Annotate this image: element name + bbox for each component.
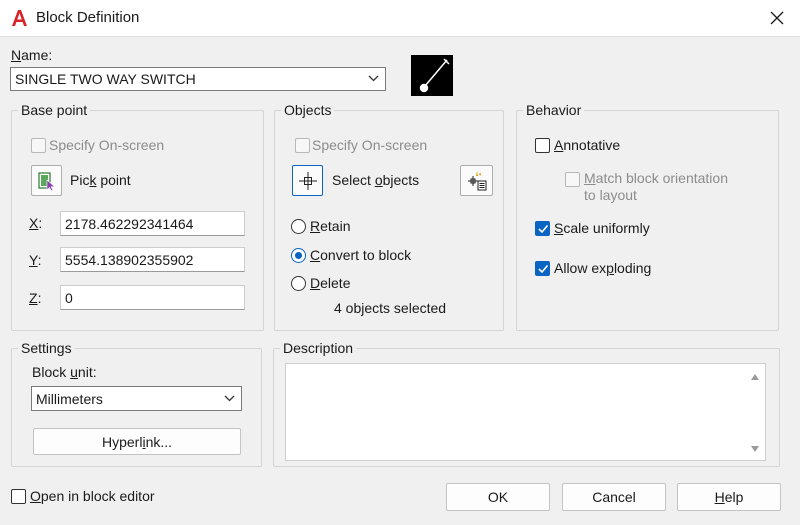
scale-uniformly-checkbox[interactable]	[535, 221, 550, 236]
ok-button[interactable]: OK	[446, 483, 550, 511]
y-coordinate-value: 5554.138902355902	[65, 251, 194, 268]
objects-selected-status: 4 objects selected	[334, 300, 447, 316]
match-orientation-label: Match block orientation to layout	[584, 170, 728, 203]
base-point-title: Base point	[18, 102, 91, 118]
checkmark-icon	[538, 264, 549, 274]
block-unit-value: Millimeters	[36, 390, 103, 407]
scale-uniformly-label: Scale uniformly	[554, 220, 650, 236]
cancel-button[interactable]: Cancel	[562, 483, 666, 511]
pick-point-button[interactable]	[31, 165, 62, 196]
open-in-block-editor-checkbox[interactable]	[11, 489, 26, 504]
retain-label: Retain	[310, 218, 351, 234]
settings-title: Settings	[18, 340, 75, 356]
x-label: X:	[29, 215, 43, 231]
scroll-down-icon[interactable]	[749, 443, 761, 455]
allow-exploding-checkbox[interactable]	[535, 261, 550, 276]
crosshair-icon	[298, 171, 317, 190]
close-button[interactable]	[754, 0, 800, 36]
z-coordinate-input[interactable]: 0	[60, 285, 245, 310]
block-unit-select[interactable]: Millimeters	[31, 386, 242, 411]
block-unit-label: Block unit:	[32, 364, 97, 380]
retain-radio[interactable]	[291, 219, 306, 234]
x-coordinate-value: 2178.462292341464	[65, 215, 194, 232]
base-specify-onscreen-checkbox[interactable]	[31, 138, 46, 153]
help-button-label: Help	[714, 489, 744, 505]
select-objects-button[interactable]	[292, 165, 323, 196]
block-name-value: SINGLE TWO WAY SWITCH	[15, 71, 196, 87]
annotative-checkbox[interactable]	[535, 138, 550, 153]
description-title: Description	[280, 340, 357, 356]
ok-button-label: OK	[487, 489, 509, 505]
pick-point-label: Pick point	[70, 172, 131, 188]
convert-to-block-radio[interactable]	[291, 248, 306, 263]
description-textarea[interactable]	[285, 363, 766, 461]
base-specify-onscreen-label: Specify On-screen	[49, 137, 165, 153]
objects-specify-onscreen-label: Specify On-screen	[312, 137, 428, 153]
behavior-title: Behavior	[523, 102, 585, 118]
allow-exploding-label: Allow exploding	[554, 260, 652, 276]
objects-specify-onscreen-checkbox[interactable]	[295, 138, 310, 153]
chevron-down-icon	[224, 395, 235, 401]
cancel-button-label: Cancel	[592, 489, 636, 505]
window-title: Block Definition	[36, 9, 140, 26]
y-label: Y:	[29, 252, 42, 268]
block-preview-thumbnail	[411, 55, 453, 96]
select-objects-label: Select objects	[332, 172, 420, 188]
autocad-app-icon	[12, 10, 27, 26]
pick-point-icon	[37, 171, 55, 191]
switch-symbol-preview	[419, 58, 450, 93]
block-name-combo[interactable]: SINGLE TWO WAY SWITCH	[10, 67, 386, 91]
close-icon	[770, 11, 784, 25]
hyperlink-button-label: Hyperlink...	[101, 433, 173, 450]
delete-label: Delete	[310, 275, 351, 291]
match-orientation-checkbox[interactable]	[565, 172, 580, 187]
open-in-block-editor-label: Open in block editor	[30, 488, 155, 504]
scroll-up-icon[interactable]	[749, 371, 761, 383]
delete-radio[interactable]	[291, 276, 306, 291]
x-coordinate-input[interactable]: 2178.462292341464	[60, 211, 245, 236]
annotative-label: Annotative	[554, 137, 621, 153]
quick-select-button[interactable]	[460, 165, 493, 196]
chevron-down-icon	[368, 75, 379, 82]
objects-title: Objects	[281, 102, 335, 118]
hyperlink-button[interactable]: Hyperlink...	[33, 428, 241, 455]
checkmark-icon	[538, 224, 549, 234]
convert-to-block-label: Convert to block	[310, 247, 412, 263]
name-label: Name:	[11, 47, 53, 63]
z-coordinate-value: 0	[65, 289, 73, 306]
quick-select-icon	[467, 170, 486, 190]
title-bar: Block Definition	[0, 0, 800, 36]
help-button[interactable]: Help	[677, 483, 781, 511]
z-label: Z:	[29, 290, 42, 306]
y-coordinate-input[interactable]: 5554.138902355902	[60, 247, 245, 272]
